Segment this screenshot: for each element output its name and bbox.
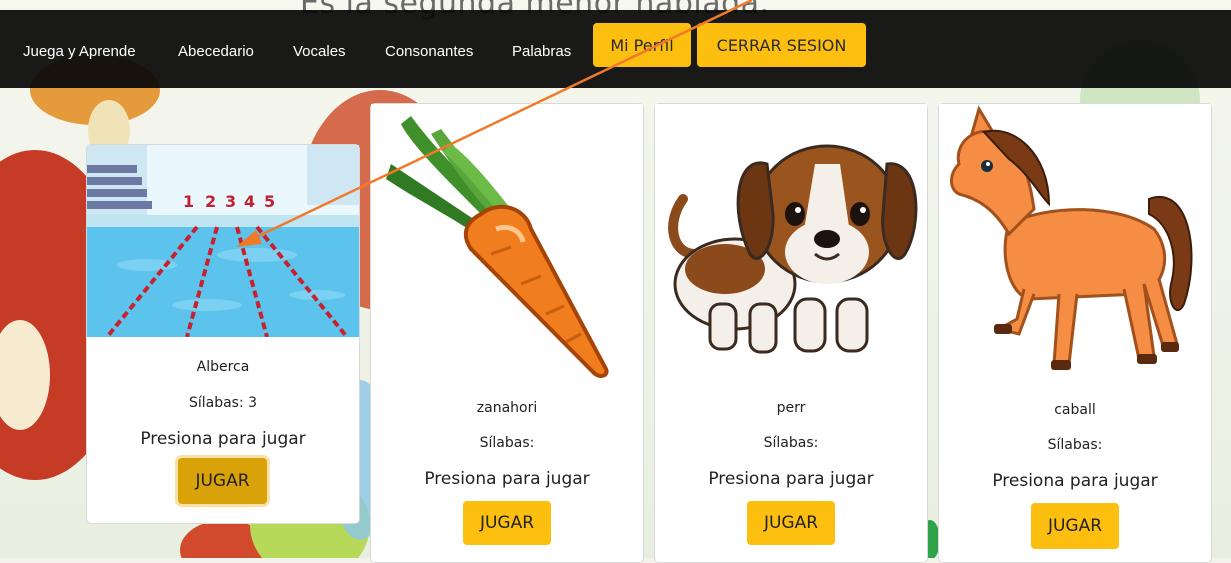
play-button[interactable]: JUGAR: [747, 501, 835, 545]
puppy-image: [655, 104, 927, 374]
nav-link-abecedario[interactable]: Abecedario: [178, 43, 254, 60]
card-word: Alberca: [196, 359, 250, 375]
word-card: zanahori Sílabas: Presiona para jugar JU…: [370, 103, 644, 563]
profile-button[interactable]: Mi Perfil: [593, 23, 691, 67]
nav-link-juega-y-aprende[interactable]: Juega y Aprende: [23, 43, 136, 60]
word-card: caball Sílabas: Presiona para jugar JUGA…: [938, 103, 1212, 563]
svg-text:1: 1: [183, 192, 194, 211]
word-card: 123 45 Alberca Sílabas: 3 Presiona para …: [86, 144, 360, 524]
svg-text:5: 5: [264, 192, 275, 211]
card-word: zanahori: [476, 400, 538, 416]
svg-text:3: 3: [225, 192, 236, 211]
word-card: perr Sílabas: Presiona para jugar JUGAR: [654, 103, 928, 563]
swimming-pool-image: 123 45: [87, 145, 359, 337]
play-button[interactable]: JUGAR: [463, 501, 551, 545]
card-prompt: Presiona para jugar: [424, 469, 590, 489]
nav-link-palabras[interactable]: Palabras: [512, 43, 571, 60]
card-syllables: Sílabas:: [479, 435, 535, 451]
card-syllables: Sílabas:: [1047, 437, 1103, 453]
play-button[interactable]: JUGAR: [178, 458, 267, 504]
horse-image: [939, 104, 1211, 380]
card-syllables: Sílabas:: [763, 435, 819, 451]
svg-text:2: 2: [205, 192, 216, 211]
carrot-image: [371, 104, 643, 379]
card-syllables: Sílabas: 3: [188, 395, 258, 411]
card-word: perr: [776, 400, 806, 416]
nav-link-vocales[interactable]: Vocales: [293, 43, 346, 60]
svg-text:4: 4: [244, 192, 255, 211]
card-prompt: Presiona para jugar: [708, 469, 874, 489]
play-button[interactable]: JUGAR: [1031, 503, 1119, 549]
navbar: Juega y Aprende Abecedario Vocales Conso…: [0, 10, 1231, 88]
card-prompt: Presiona para jugar: [992, 471, 1158, 491]
logout-button[interactable]: CERRAR SESION: [697, 23, 866, 67]
nav-link-consonantes[interactable]: Consonantes: [385, 43, 473, 60]
card-prompt: Presiona para jugar: [140, 429, 306, 449]
card-word: caball: [1054, 402, 1096, 418]
